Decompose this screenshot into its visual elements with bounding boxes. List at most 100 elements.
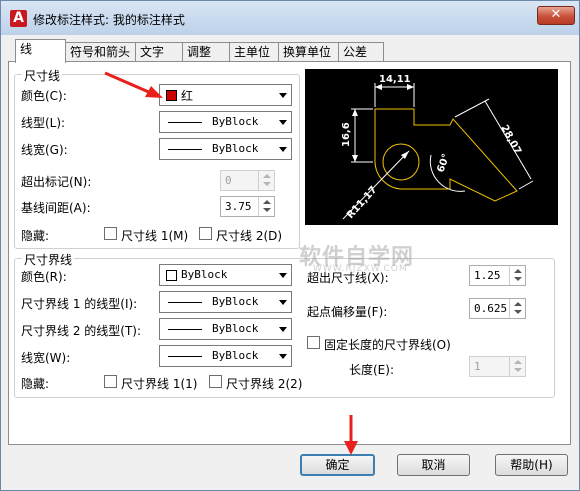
autocad-icon: A (10, 10, 27, 27)
close-icon: ✕ (550, 7, 562, 22)
tab-fit[interactable]: 调整 (182, 42, 230, 62)
origin-offset-label: 起点偏移量(F): (307, 305, 388, 319)
line-sample (168, 122, 202, 123)
baseline-spacing-value: 3.75 (225, 200, 252, 213)
window-title: 修改标注样式: 我的标注样式 (33, 13, 185, 27)
ext-line-right-b (518, 180, 534, 190)
chevron-down-icon (263, 182, 271, 186)
chevron-down-icon (514, 277, 522, 281)
preview-dim-radius: R11,17 (345, 184, 380, 221)
chevron-down-icon (279, 300, 287, 305)
ext-lineweight-dropdown[interactable]: ByBlock (159, 345, 292, 367)
group-caption-extension-lines: 尺寸界线 (22, 251, 75, 268)
chevron-up-icon (514, 269, 522, 273)
ext1-linetype-dropdown[interactable]: ByBlock (159, 291, 292, 313)
chevron-down-icon (279, 327, 287, 332)
ext-lineweight-value: ByBlock (212, 349, 259, 362)
ok-button[interactable]: 确定 (300, 454, 375, 476)
fixed-length-checkbox[interactable] (307, 336, 320, 349)
group-caption-dimension-lines: 尺寸线 (22, 67, 63, 84)
dim-color-dropdown[interactable]: 红 (159, 84, 292, 106)
extend-beyond-label: 超出尺寸线(X): (307, 271, 389, 285)
origin-offset-value: 0.625 (474, 302, 508, 315)
ext-color-dropdown[interactable]: ByBlock (159, 264, 292, 286)
ext2-linetype-label: 尺寸界线 2 的线型(T): (21, 324, 142, 338)
tab-alternate-units[interactable]: 换算单位 (278, 42, 339, 62)
dim-linetype-value: ByBlock (212, 115, 259, 128)
preview-dim-top: 14,11 (379, 74, 411, 85)
tab-primary-units[interactable]: 主单位 (229, 42, 279, 62)
line-sample (168, 356, 202, 357)
baseline-spacing-spinner[interactable]: 3.75 (220, 196, 275, 217)
dim-lineweight-dropdown[interactable]: ByBlock (159, 138, 292, 160)
preview-dim-left: 16,6 (341, 122, 352, 147)
ext1-linetype-label: 尺寸界线 1 的线型(I): (21, 297, 138, 311)
dim-linetype-label: 线型(L): (21, 116, 66, 130)
spinner-buttons[interactable] (258, 171, 274, 190)
chevron-down-icon (279, 147, 287, 152)
chevron-down-icon (514, 368, 522, 372)
dim-color-label: 颜色(C): (21, 89, 67, 103)
length-value: 1 (474, 360, 481, 373)
origin-offset-spinner[interactable]: 0.625 (469, 298, 526, 319)
chevron-down-icon (279, 273, 287, 278)
extend-ticks-value: 0 (225, 174, 232, 187)
color-swatch (166, 270, 177, 281)
suppress-ext-line-1-checkbox[interactable] (104, 375, 117, 388)
title-bar[interactable]: A 修改标注样式: 我的标注样式 ✕ (1, 1, 579, 35)
suppress-ext-line-1-label: 尺寸界线 1(1) (121, 377, 198, 391)
ext-line-right-a (454, 98, 490, 118)
baseline-spacing-label: 基线间距(A): (21, 201, 91, 215)
modify-dimension-style-dialog: A 修改标注样式: 我的标注样式 ✕ 线 符号和箭头 文字 调整 主单位 换算单… (0, 0, 580, 491)
spinner-buttons[interactable] (509, 266, 525, 285)
dimension-preview: 14,11 16,6 28,07 60° R11,17 (305, 69, 558, 225)
suppress-ext-line-2-label: 尺寸界线 2(2) (226, 377, 303, 391)
arrowhead (352, 109, 358, 116)
chevron-up-icon (514, 360, 522, 364)
close-button[interactable]: ✕ (537, 6, 575, 25)
tab-symbols-arrows[interactable]: 符号和箭头 (65, 42, 136, 62)
ext-color-value: ByBlock (181, 268, 228, 281)
cancel-button[interactable]: 取消 (397, 454, 470, 476)
chevron-up-icon (514, 302, 522, 306)
preview-drawing: 14,11 16,6 28,07 60° R11,17 (341, 74, 534, 221)
extend-ticks-spinner[interactable]: 0 (220, 170, 275, 191)
chevron-down-icon (279, 120, 287, 125)
ext2-linetype-value: ByBlock (212, 322, 259, 335)
dim-linetype-dropdown[interactable]: ByBlock (159, 111, 292, 133)
dim-suppress-label: 隐藏: (21, 229, 50, 243)
spinner-buttons[interactable] (509, 299, 525, 318)
preview-dim-right: 28,07 (498, 123, 523, 156)
dim-color-value: 红 (181, 89, 194, 103)
extend-beyond-value: 1.25 (474, 269, 501, 282)
line-sample (168, 302, 202, 303)
dim-lineweight-value: ByBlock (212, 142, 259, 155)
line-sample (168, 149, 202, 150)
spinner-buttons[interactable] (509, 357, 525, 376)
chevron-up-icon (263, 174, 271, 178)
spinner-buttons[interactable] (258, 197, 274, 216)
dim-lineweight-label: 线宽(G): (21, 143, 68, 157)
tab-tolerances[interactable]: 公差 (338, 42, 384, 62)
chevron-down-icon (514, 310, 522, 314)
extend-ticks-label: 超出标记(N): (21, 175, 92, 189)
preview-dim-angle: 60° (435, 152, 452, 174)
extend-beyond-spinner[interactable]: 1.25 (469, 265, 526, 286)
suppress-dim-line-2-checkbox[interactable] (199, 227, 212, 240)
arrowhead (352, 155, 358, 162)
suppress-dim-line-2-label: 尺寸线 2(D) (216, 229, 283, 243)
color-swatch (166, 90, 177, 101)
suppress-dim-line-1-checkbox[interactable] (104, 227, 117, 240)
ext-color-label: 颜色(R): (21, 270, 67, 284)
chevron-up-icon (263, 200, 271, 204)
chevron-down-icon (279, 93, 287, 98)
chevron-down-icon (279, 354, 287, 359)
tab-lines[interactable]: 线 (15, 39, 66, 63)
chevron-down-icon (263, 208, 271, 212)
fixed-length-label: 固定长度的尺寸界线(O) (324, 338, 451, 352)
tab-text[interactable]: 文字 (135, 42, 183, 62)
ext2-linetype-dropdown[interactable]: ByBlock (159, 318, 292, 340)
length-spinner[interactable]: 1 (469, 356, 526, 377)
help-button[interactable]: 帮助(H) (495, 454, 568, 476)
suppress-ext-line-2-checkbox[interactable] (209, 375, 222, 388)
